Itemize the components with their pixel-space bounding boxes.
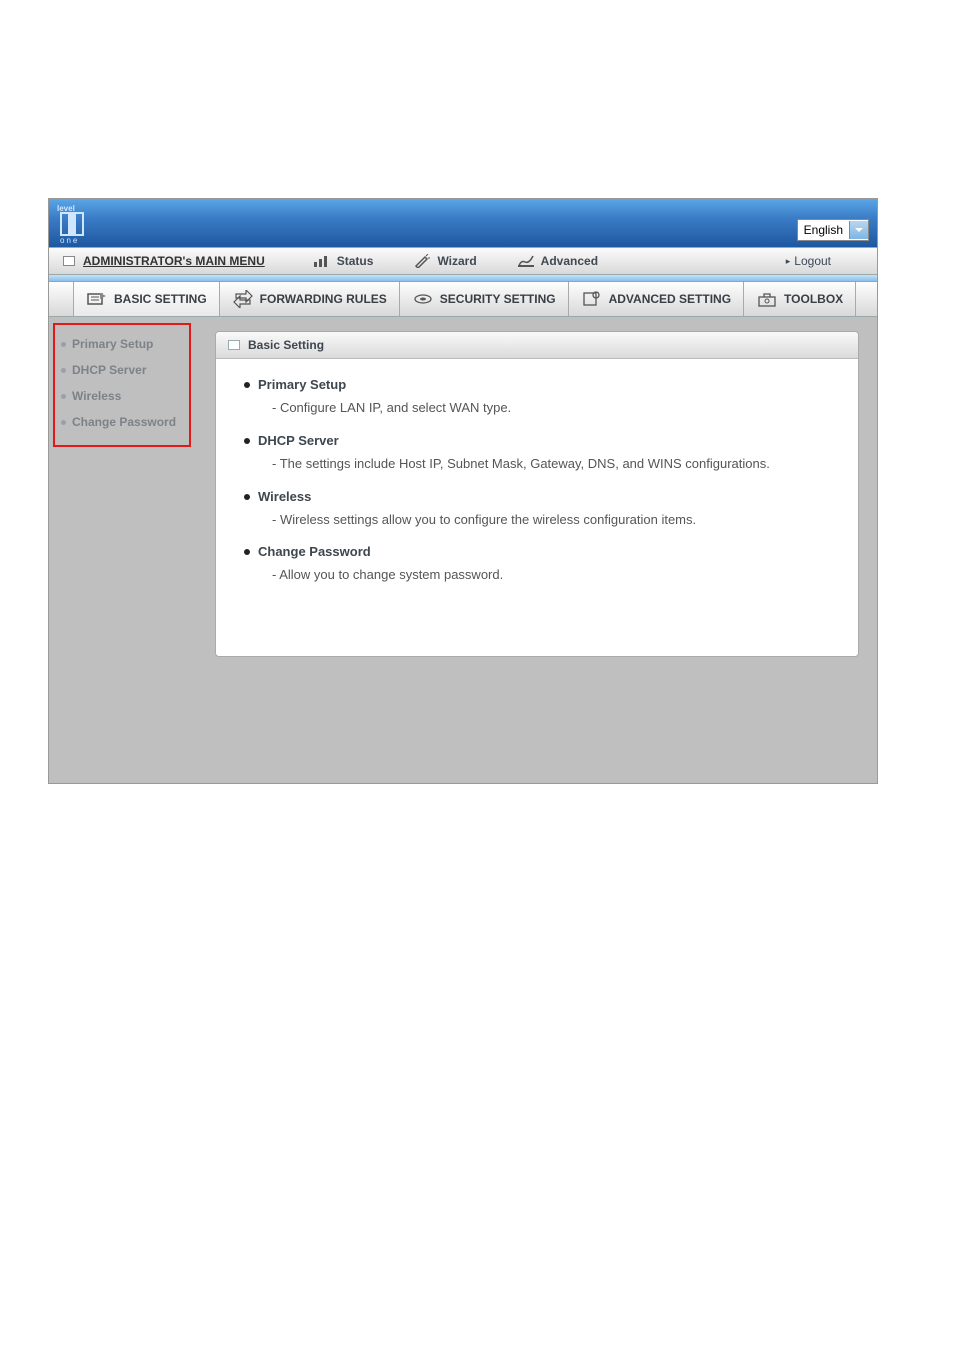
tab-basic-setting[interactable]: BASIC SETTING xyxy=(73,282,219,316)
sidebar-highlight: Primary Setup DHCP Server Wireless Chang… xyxy=(53,323,191,447)
advanced-setting-icon xyxy=(581,290,603,308)
basic-setting-icon xyxy=(86,290,108,308)
window-icon xyxy=(63,256,75,266)
security-icon xyxy=(412,290,434,308)
tab-toolbox[interactable]: TOOLBOX xyxy=(743,282,856,316)
tab-bar: BASIC SETTING FORWARDING RULES SECURITY … xyxy=(49,282,877,317)
advanced-icon xyxy=(517,254,535,268)
sidebar-item-wireless[interactable]: Wireless xyxy=(57,383,187,409)
section-change-password: Change Password - Allow you to change sy… xyxy=(244,544,838,586)
tab-forwarding-rules[interactable]: FORWARDING RULES xyxy=(219,282,399,316)
tab-security-setting[interactable]: SECURITY SETTING xyxy=(399,282,568,316)
panel-content: Primary Setup - Configure LAN IP, and se… xyxy=(216,359,858,586)
toolbox-icon xyxy=(756,290,778,308)
status-icon xyxy=(313,254,331,268)
nav-wizard[interactable]: Wizard xyxy=(413,254,476,268)
separator xyxy=(49,275,877,282)
nav-status[interactable]: Status xyxy=(313,254,374,268)
main-menu-title: ADMINISTRATOR's MAIN MENU xyxy=(49,254,273,268)
panel-basic-setting: Basic Setting Primary Setup - Configure … xyxy=(215,331,859,657)
section-primary-setup: Primary Setup - Configure LAN IP, and se… xyxy=(244,377,838,419)
wizard-icon xyxy=(413,254,431,268)
app-window: level one English ADMINISTRATOR's MAIN M… xyxy=(48,198,878,784)
header-bar: level one English xyxy=(49,199,877,247)
chevron-down-icon[interactable] xyxy=(849,221,868,239)
section-wireless: Wireless - Wireless settings allow you t… xyxy=(244,489,838,531)
sidebar-item-dhcp-server[interactable]: DHCP Server xyxy=(57,357,187,383)
language-select[interactable]: English xyxy=(797,219,869,241)
section-dhcp-server: DHCP Server - The settings include Host … xyxy=(244,433,838,475)
main-panel-area: Basic Setting Primary Setup - Configure … xyxy=(195,317,877,783)
sidebar-item-change-password[interactable]: Change Password xyxy=(57,409,187,435)
sidebar: Primary Setup DHCP Server Wireless Chang… xyxy=(49,317,195,783)
content-area: Primary Setup DHCP Server Wireless Chang… xyxy=(49,317,877,783)
panel-title: Basic Setting xyxy=(216,332,858,359)
forwarding-icon xyxy=(232,290,254,308)
nav-logout[interactable]: Logout xyxy=(786,254,831,268)
nav-advanced[interactable]: Advanced xyxy=(517,254,598,268)
language-label: English xyxy=(798,221,849,239)
brand-logo: level one xyxy=(55,201,93,243)
main-menu-bar: ADMINISTRATOR's MAIN MENU Status Wizard xyxy=(49,247,877,275)
sidebar-item-primary-setup[interactable]: Primary Setup xyxy=(57,331,187,357)
svg-text:level: level xyxy=(57,204,75,213)
tab-advanced-setting[interactable]: ADVANCED SETTING xyxy=(568,282,743,316)
window-icon xyxy=(228,340,240,350)
svg-text:one: one xyxy=(60,236,79,243)
